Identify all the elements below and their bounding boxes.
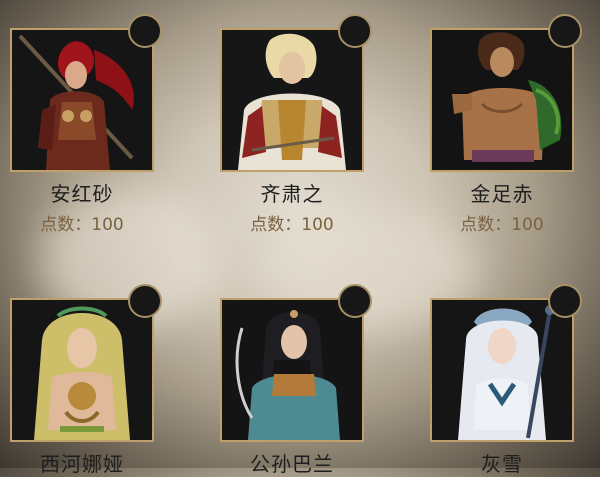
character-portrait [430,298,574,442]
character-portrait [220,28,364,172]
character-portrait [220,298,364,442]
character-name: 安红砂 [50,182,114,206]
character-points: 点数：100 [460,215,544,235]
select-checkbox[interactable] [548,284,582,318]
select-checkbox[interactable] [128,284,162,318]
character-points: 点数：100 [250,215,334,235]
select-checkbox[interactable] [548,14,582,48]
character-name: 齐肃之 [260,182,324,206]
character-portrait [10,28,154,172]
white-haired-girl-portrait [432,300,572,440]
bare-chested-man-portrait [432,30,572,170]
character-portrait [10,298,154,442]
character-name: 金足赤 [470,182,534,206]
veiled-dancer-portrait [12,300,152,440]
warrior-woman-portrait [12,30,152,170]
swordswoman-portrait [222,300,362,440]
select-checkbox[interactable] [338,14,372,48]
character-portrait [430,28,574,172]
character-name: 公孙巴兰 [250,452,334,476]
select-checkbox[interactable] [128,14,162,48]
character-name: 西河娜娅 [40,452,124,476]
noble-man-portrait [222,30,362,170]
character-points: 点数：100 [40,215,124,235]
character-grid: 安红砂 点数：100 齐肃之 点数：100 金足赤 点数：100 西河娜娅 公孙… [0,0,600,476]
select-checkbox[interactable] [338,284,372,318]
character-name: 灰雪 [481,452,523,476]
